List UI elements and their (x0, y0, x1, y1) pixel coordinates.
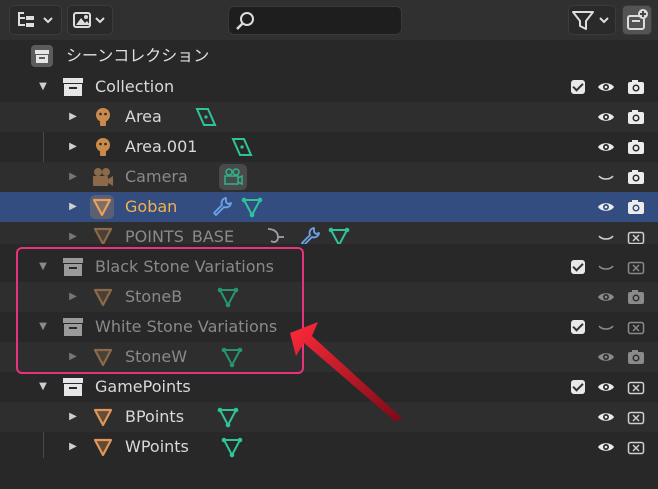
outliner-panel: シーンコレクション ▼ Collection ▶ Area ▶ Area.001… (0, 0, 658, 489)
annotation-arrow-icon (290, 322, 402, 422)
